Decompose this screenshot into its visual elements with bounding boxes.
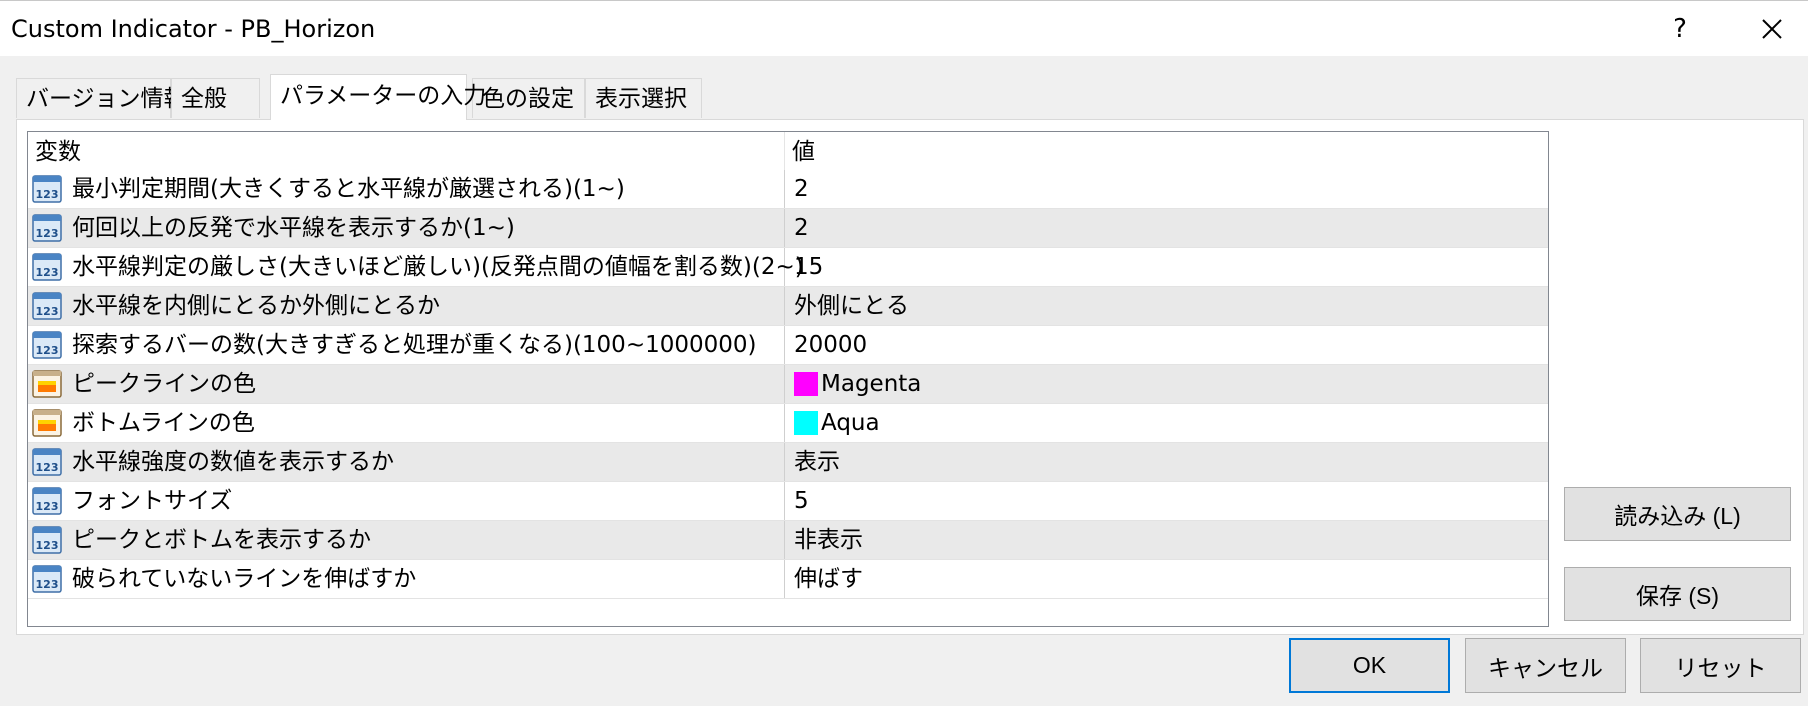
tab-version-info[interactable]: バージョン情報 [16,78,187,118]
numeric-123-icon: 123 [32,291,62,321]
ok-button[interactable]: OK [1289,638,1450,693]
svg-text:123: 123 [36,461,59,474]
table-row[interactable]: 123 探索するバーの数(大きすぎると処理が重くなる)(100~1000000) 2… [28,326,1548,365]
parameter-value: 20000 [794,332,868,358]
custom-indicator-dialog: Custom Indicator - PB_Horizon ? バージョン情報 … [0,0,1808,706]
svg-text:123: 123 [36,188,59,201]
parameter-value: 2 [794,176,809,202]
variable-name: 何回以上の反発で水平線を表示するか(1~) [72,215,515,241]
color-palette-icon [32,408,62,438]
table-row[interactable]: 123 ピークとボトムを表示するか 非表示 [28,521,1548,560]
variable-name: 破られていないラインを伸ばすか [72,566,417,592]
column-header-variable[interactable]: 変数 [28,132,785,170]
variable-cell[interactable]: ボトムラインの色 [28,404,785,442]
value-cell[interactable]: 2 [785,209,1548,247]
variable-cell[interactable]: 123 ピークとボトムを表示するか [28,521,785,559]
variable-name: ピークとボトムを表示するか [72,527,371,553]
help-icon[interactable]: ? [1662,11,1698,47]
variable-cell[interactable]: 123 水平線強度の数値を表示するか [28,443,785,481]
svg-text:123: 123 [36,227,59,240]
parameter-value: 外側にとる [794,293,909,319]
variable-name: フォントサイズ [72,488,233,514]
numeric-123-icon: 123 [32,252,62,282]
parameter-value: 5 [794,488,809,514]
value-cell[interactable]: Magenta [785,365,1548,403]
variable-cell[interactable]: 123 水平線判定の厳しさ(大きいほど厳しい)(反発点間の値幅を割る数)(2~) [28,248,804,286]
parameter-value: Aqua [821,410,880,436]
close-icon[interactable] [1752,9,1792,49]
variable-cell[interactable]: 123 最小判定期間(大きくすると水平線が厳選される)(1~) [28,170,785,208]
value-cell[interactable]: 2 [785,170,1548,208]
tab-parameter-input[interactable]: パラメーターの入力 [270,74,486,120]
variable-name: 水平線を内側にとるか外側にとるか [72,293,440,319]
parameter-value: Magenta [821,371,922,397]
numeric-123-icon: 123 [32,564,62,594]
svg-text:123: 123 [36,500,59,513]
variable-cell[interactable]: 123 何回以上の反発で水平線を表示するか(1~) [28,209,785,247]
column-header-value[interactable]: 値 [785,132,1548,170]
numeric-123-icon: 123 [32,486,62,516]
variable-cell[interactable]: 123 フォントサイズ [28,482,785,520]
svg-text:123: 123 [36,578,59,591]
value-cell[interactable]: 非表示 [785,521,1548,559]
variable-name: 探索するバーの数(大きすぎると処理が重くなる)(100~1000000) [72,332,757,358]
table-row[interactable]: 123 何回以上の反発で水平線を表示するか(1~) 2 [28,209,1548,248]
svg-text:123: 123 [36,305,59,318]
table-row[interactable]: ボトムラインの色 Aqua [28,404,1548,443]
table-row[interactable]: 123 フォントサイズ 5 [28,482,1548,521]
variable-name: 水平線強度の数値を表示するか [72,449,394,475]
load-button[interactable]: 読み込み (L) [1564,487,1791,541]
color-swatch [794,411,818,435]
value-cell[interactable]: 表示 [785,443,1548,481]
variable-cell[interactable]: 123 破られていないラインを伸ばすか [28,560,785,598]
table-row[interactable]: 123 水平線強度の数値を表示するか 表示 [28,443,1548,482]
tab-color-settings[interactable]: 色の設定 [472,78,585,118]
title-bar: Custom Indicator - PB_Horizon ? [0,0,1808,56]
numeric-123-icon: 123 [32,174,62,204]
value-cell[interactable]: 伸ばす [785,560,1548,598]
variable-name: ボトムラインの色 [72,410,255,436]
parameter-value: 2 [794,215,809,241]
variable-cell[interactable]: ピークラインの色 [28,365,785,403]
variable-cell[interactable]: 123 探索するバーの数(大きすぎると処理が重くなる)(100~1000000) [28,326,785,364]
tab-display-selection[interactable]: 表示選択 [585,78,702,118]
value-cell[interactable]: 15 [785,248,1548,286]
table-row[interactable]: 123 破られていないラインを伸ばすか 伸ばす [28,560,1548,599]
table-row[interactable]: 123 水平線を内側にとるか外側にとるか 外側にとる [28,287,1548,326]
table-row[interactable]: 123 最小判定期間(大きくすると水平線が厳選される)(1~) 2 [28,170,1548,209]
value-cell[interactable]: 20000 [785,326,1548,364]
color-swatch [794,372,818,396]
numeric-123-icon: 123 [32,213,62,243]
cancel-button[interactable]: キャンセル [1465,638,1626,693]
color-palette-icon [32,369,62,399]
parameter-value: 15 [794,254,824,280]
tab-general[interactable]: 全般 [171,78,260,118]
value-cell[interactable]: 外側にとる [785,287,1548,325]
save-button[interactable]: 保存 (S) [1564,567,1791,621]
numeric-123-icon: 123 [32,525,62,555]
value-cell[interactable]: Aqua [785,404,1548,442]
svg-text:123: 123 [36,344,59,357]
reset-button[interactable]: リセット [1640,638,1801,693]
window-title: Custom Indicator - PB_Horizon [11,15,376,43]
variable-cell[interactable]: 123 水平線を内側にとるか外側にとるか [28,287,785,325]
table-row[interactable]: ピークラインの色 Magenta [28,365,1548,404]
variable-name: ピークラインの色 [72,371,256,397]
numeric-123-icon: 123 [32,330,62,360]
value-cell[interactable]: 5 [785,482,1548,520]
svg-text:123: 123 [36,539,59,552]
parameter-value: 非表示 [794,527,863,553]
parameter-value: 伸ばす [794,566,863,592]
variable-name: 最小判定期間(大きくすると水平線が厳選される)(1~) [72,176,625,202]
grid-header: 変数 値 [28,132,1548,170]
numeric-123-icon: 123 [32,447,62,477]
table-row[interactable]: 123 水平線判定の厳しさ(大きいほど厳しい)(反発点間の値幅を割る数)(2~) 1… [28,248,1548,287]
parameter-value: 表示 [794,449,840,475]
variable-name: 水平線判定の厳しさ(大きいほど厳しい)(反発点間の値幅を割る数)(2~) [72,254,804,280]
svg-text:123: 123 [36,266,59,279]
parameter-grid[interactable]: 変数 値 123 最小判定期間(大きくすると水平線が厳選される)(1~) 2 123 何… [27,131,1549,627]
